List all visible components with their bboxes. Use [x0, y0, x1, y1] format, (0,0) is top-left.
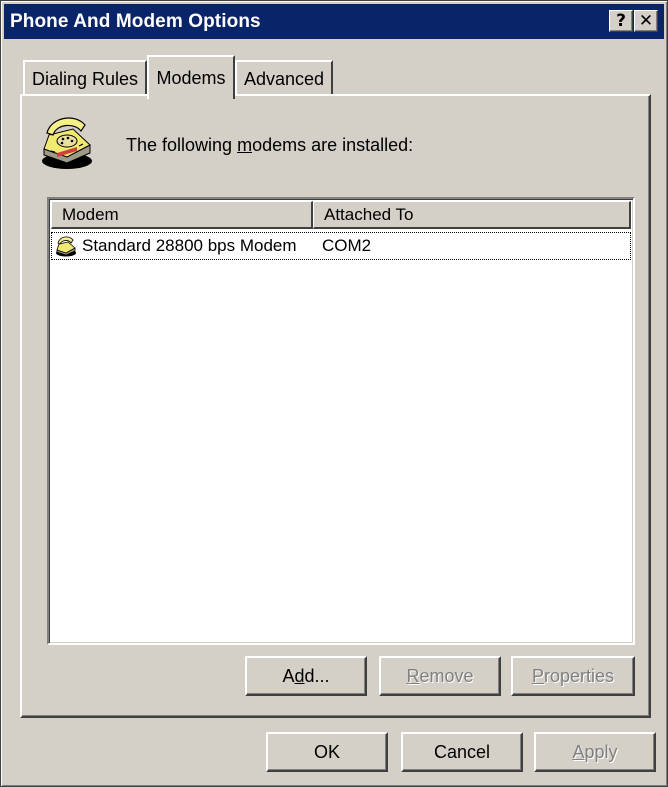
tab-advanced[interactable]: Advanced — [235, 60, 333, 96]
close-button[interactable]: ✕ — [634, 10, 658, 32]
ok-button[interactable]: OK — [266, 732, 388, 772]
modem-list[interactable]: Modem Attached To Standard 28800 bps Mod… — [47, 197, 635, 645]
cancel-button[interactable]: Cancel — [401, 732, 523, 772]
attached-port: COM2 — [322, 236, 372, 255]
tab-modems[interactable]: Modems — [147, 55, 235, 99]
column-header-modem[interactable]: Modem — [51, 201, 313, 229]
tab-label: Dialing Rules — [31, 68, 139, 89]
column-header-attached-to[interactable]: Attached To — [313, 201, 631, 229]
tab-label: Modems — [156, 67, 226, 88]
list-item[interactable]: Standard 28800 bps Modem COM2 — [51, 232, 631, 260]
intro-text: The following modems are installed: — [126, 135, 414, 155]
apply-button[interactable]: Apply — [534, 732, 656, 772]
window-title: Phone And Modem Options — [10, 10, 261, 32]
telephone-icon — [42, 117, 92, 169]
title-bar[interactable]: Phone And Modem Options ? ✕ — [4, 4, 664, 39]
help-button[interactable]: ? — [609, 10, 633, 32]
modem-icon — [56, 236, 76, 257]
tab-dialing-rules[interactable]: Dialing Rules — [23, 60, 147, 96]
modem-name: Standard 28800 bps Modem — [82, 236, 297, 255]
phone-and-modem-options-dialog: Phone And Modem Options ? ✕ Dialing Rule… — [0, 0, 668, 787]
tab-label: Advanced — [243, 68, 325, 89]
add-button[interactable]: Ad d... — [245, 656, 367, 696]
remove-button[interactable]: Remove — [379, 656, 501, 696]
close-icon: ✕ — [638, 10, 654, 31]
properties-button[interactable]: Properties — [511, 656, 635, 696]
help-icon: ? — [616, 10, 626, 31]
